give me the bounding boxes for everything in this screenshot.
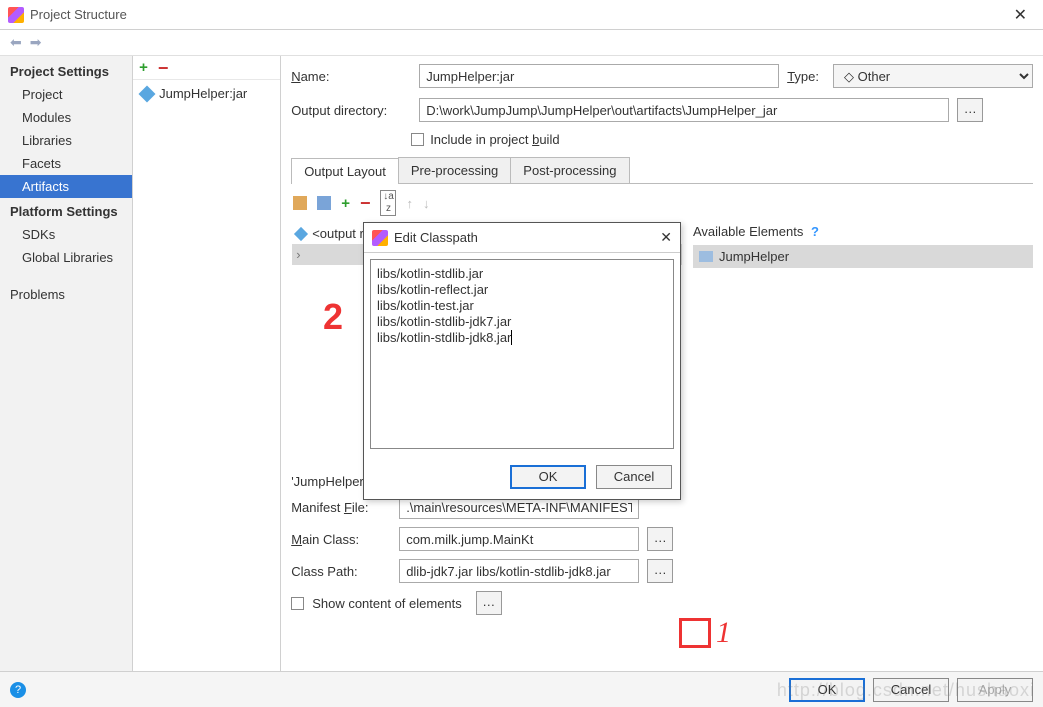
sidebar-item-problems[interactable]: Problems — [0, 283, 132, 306]
checkbox-icon — [411, 133, 424, 146]
show-content-checkbox[interactable]: Show content of elements … — [291, 591, 1033, 615]
window-title: Project Structure — [30, 7, 1006, 22]
main-class-browse-button[interactable]: … — [647, 527, 673, 551]
properties-icon[interactable] — [317, 196, 331, 210]
tab-pre-processing[interactable]: Pre-processing — [398, 157, 511, 183]
type-label: Type: — [787, 69, 825, 84]
add-element-icon[interactable]: + — [341, 195, 350, 212]
include-build-label: Include in project build — [430, 132, 559, 147]
sort-icon[interactable]: ↓az — [380, 190, 396, 216]
layout-toolbar: + − ↓az ↑ ↓ — [291, 184, 1033, 222]
class-path-label: Class Path: — [291, 564, 391, 579]
intellij-icon — [372, 230, 388, 246]
sidebar-item-sdks[interactable]: SDKs — [0, 223, 132, 246]
chevron-right-icon: › — [296, 247, 306, 262]
edit-classpath-dialog: Edit Classpath ✕ libs/kotlin-stdlib.jar … — [363, 222, 681, 500]
intellij-icon — [8, 7, 24, 23]
move-down-icon[interactable]: ↓ — [423, 196, 430, 211]
add-icon[interactable]: + — [139, 59, 148, 76]
classpath-textarea[interactable]: libs/kotlin-stdlib.jar libs/kotlin-refle… — [370, 259, 674, 449]
dialog-title: Edit Classpath — [394, 230, 660, 245]
footer-apply-button[interactable]: Apply — [957, 678, 1033, 702]
include-build-checkbox[interactable]: Include in project build — [411, 132, 1033, 147]
footer-cancel-button[interactable]: Cancel — [873, 678, 949, 702]
available-module-label: JumpHelper — [719, 249, 789, 264]
artifact-list-panel: + − JumpHelper:jar — [133, 56, 281, 676]
footer-help-icon[interactable]: ? — [10, 682, 26, 698]
tab-post-processing[interactable]: Post-processing — [510, 157, 629, 183]
checkbox-icon — [291, 597, 304, 610]
remove-icon[interactable]: − — [158, 63, 169, 73]
outdir-browse-button[interactable]: … — [957, 98, 983, 122]
name-label: Name: — [291, 69, 411, 84]
manifest-file-label: Manifest File: — [291, 500, 391, 515]
artifact-item-label: JumpHelper:jar — [159, 86, 247, 101]
artifact-icon — [139, 85, 156, 102]
back-icon[interactable]: ⬅ — [6, 34, 26, 51]
dialog-cancel-button[interactable]: Cancel — [596, 465, 672, 489]
module-icon — [699, 251, 713, 262]
available-elements-label: Available Elements — [693, 224, 803, 239]
type-select[interactable]: ◇ Other — [833, 64, 1033, 88]
help-icon[interactable]: ? — [811, 224, 819, 239]
classpath-text: libs/kotlin-stdlib.jar libs/kotlin-refle… — [377, 266, 511, 345]
artifact-item[interactable]: JumpHelper:jar — [133, 80, 280, 107]
class-path-browse-button[interactable]: … — [647, 559, 673, 583]
main-class-input[interactable] — [399, 527, 639, 551]
forward-icon[interactable]: ➡ — [26, 34, 46, 51]
sidebar-hdr-platform: Platform Settings — [0, 198, 132, 223]
footer: ? OK Cancel Apply — [0, 671, 1043, 707]
sidebar-item-project[interactable]: Project — [0, 83, 132, 106]
dialog-close-button[interactable]: ✕ — [660, 229, 672, 246]
move-up-icon[interactable]: ↑ — [406, 196, 413, 211]
output-tabs: Output Layout Pre-processing Post-proces… — [291, 157, 1033, 184]
show-content-browse-button[interactable]: … — [476, 591, 502, 615]
sidebar-item-modules[interactable]: Modules — [0, 106, 132, 129]
nav-toolbar: ⬅ ➡ — [0, 30, 1043, 56]
artifact-list-toolbar: + − — [133, 56, 280, 80]
available-module-item[interactable]: JumpHelper — [693, 245, 1033, 268]
new-folder-icon[interactable] — [293, 196, 307, 210]
footer-ok-button[interactable]: OK — [789, 678, 865, 702]
sidebar-item-globallib[interactable]: Global Libraries — [0, 246, 132, 269]
sidebar-hdr-project: Project Settings — [0, 58, 132, 83]
window-titlebar: Project Structure ✕ — [0, 0, 1043, 30]
main-class-label: Main Class: — [291, 532, 391, 547]
outdir-label: Output directory: — [291, 103, 411, 118]
sidebar-item-artifacts[interactable]: Artifacts — [0, 175, 132, 198]
dialog-ok-button[interactable]: OK — [510, 465, 586, 489]
artifact-icon — [294, 226, 308, 240]
outdir-input[interactable] — [419, 98, 949, 122]
name-input[interactable] — [419, 64, 779, 88]
class-path-input[interactable] — [399, 559, 639, 583]
sidebar-item-facets[interactable]: Facets — [0, 152, 132, 175]
tab-output-layout[interactable]: Output Layout — [291, 158, 399, 184]
remove-element-icon[interactable]: − — [360, 198, 371, 208]
close-button[interactable]: ✕ — [1006, 5, 1035, 25]
available-elements-panel: Available Elements ? JumpHelper — [693, 222, 1033, 268]
available-elements-header: Available Elements ? — [693, 222, 1033, 245]
dialog-titlebar: Edit Classpath ✕ — [364, 223, 680, 253]
show-content-label: Show content of elements — [312, 596, 462, 611]
sidebar: Project Settings Project Modules Librari… — [0, 56, 133, 676]
sidebar-item-libraries[interactable]: Libraries — [0, 129, 132, 152]
